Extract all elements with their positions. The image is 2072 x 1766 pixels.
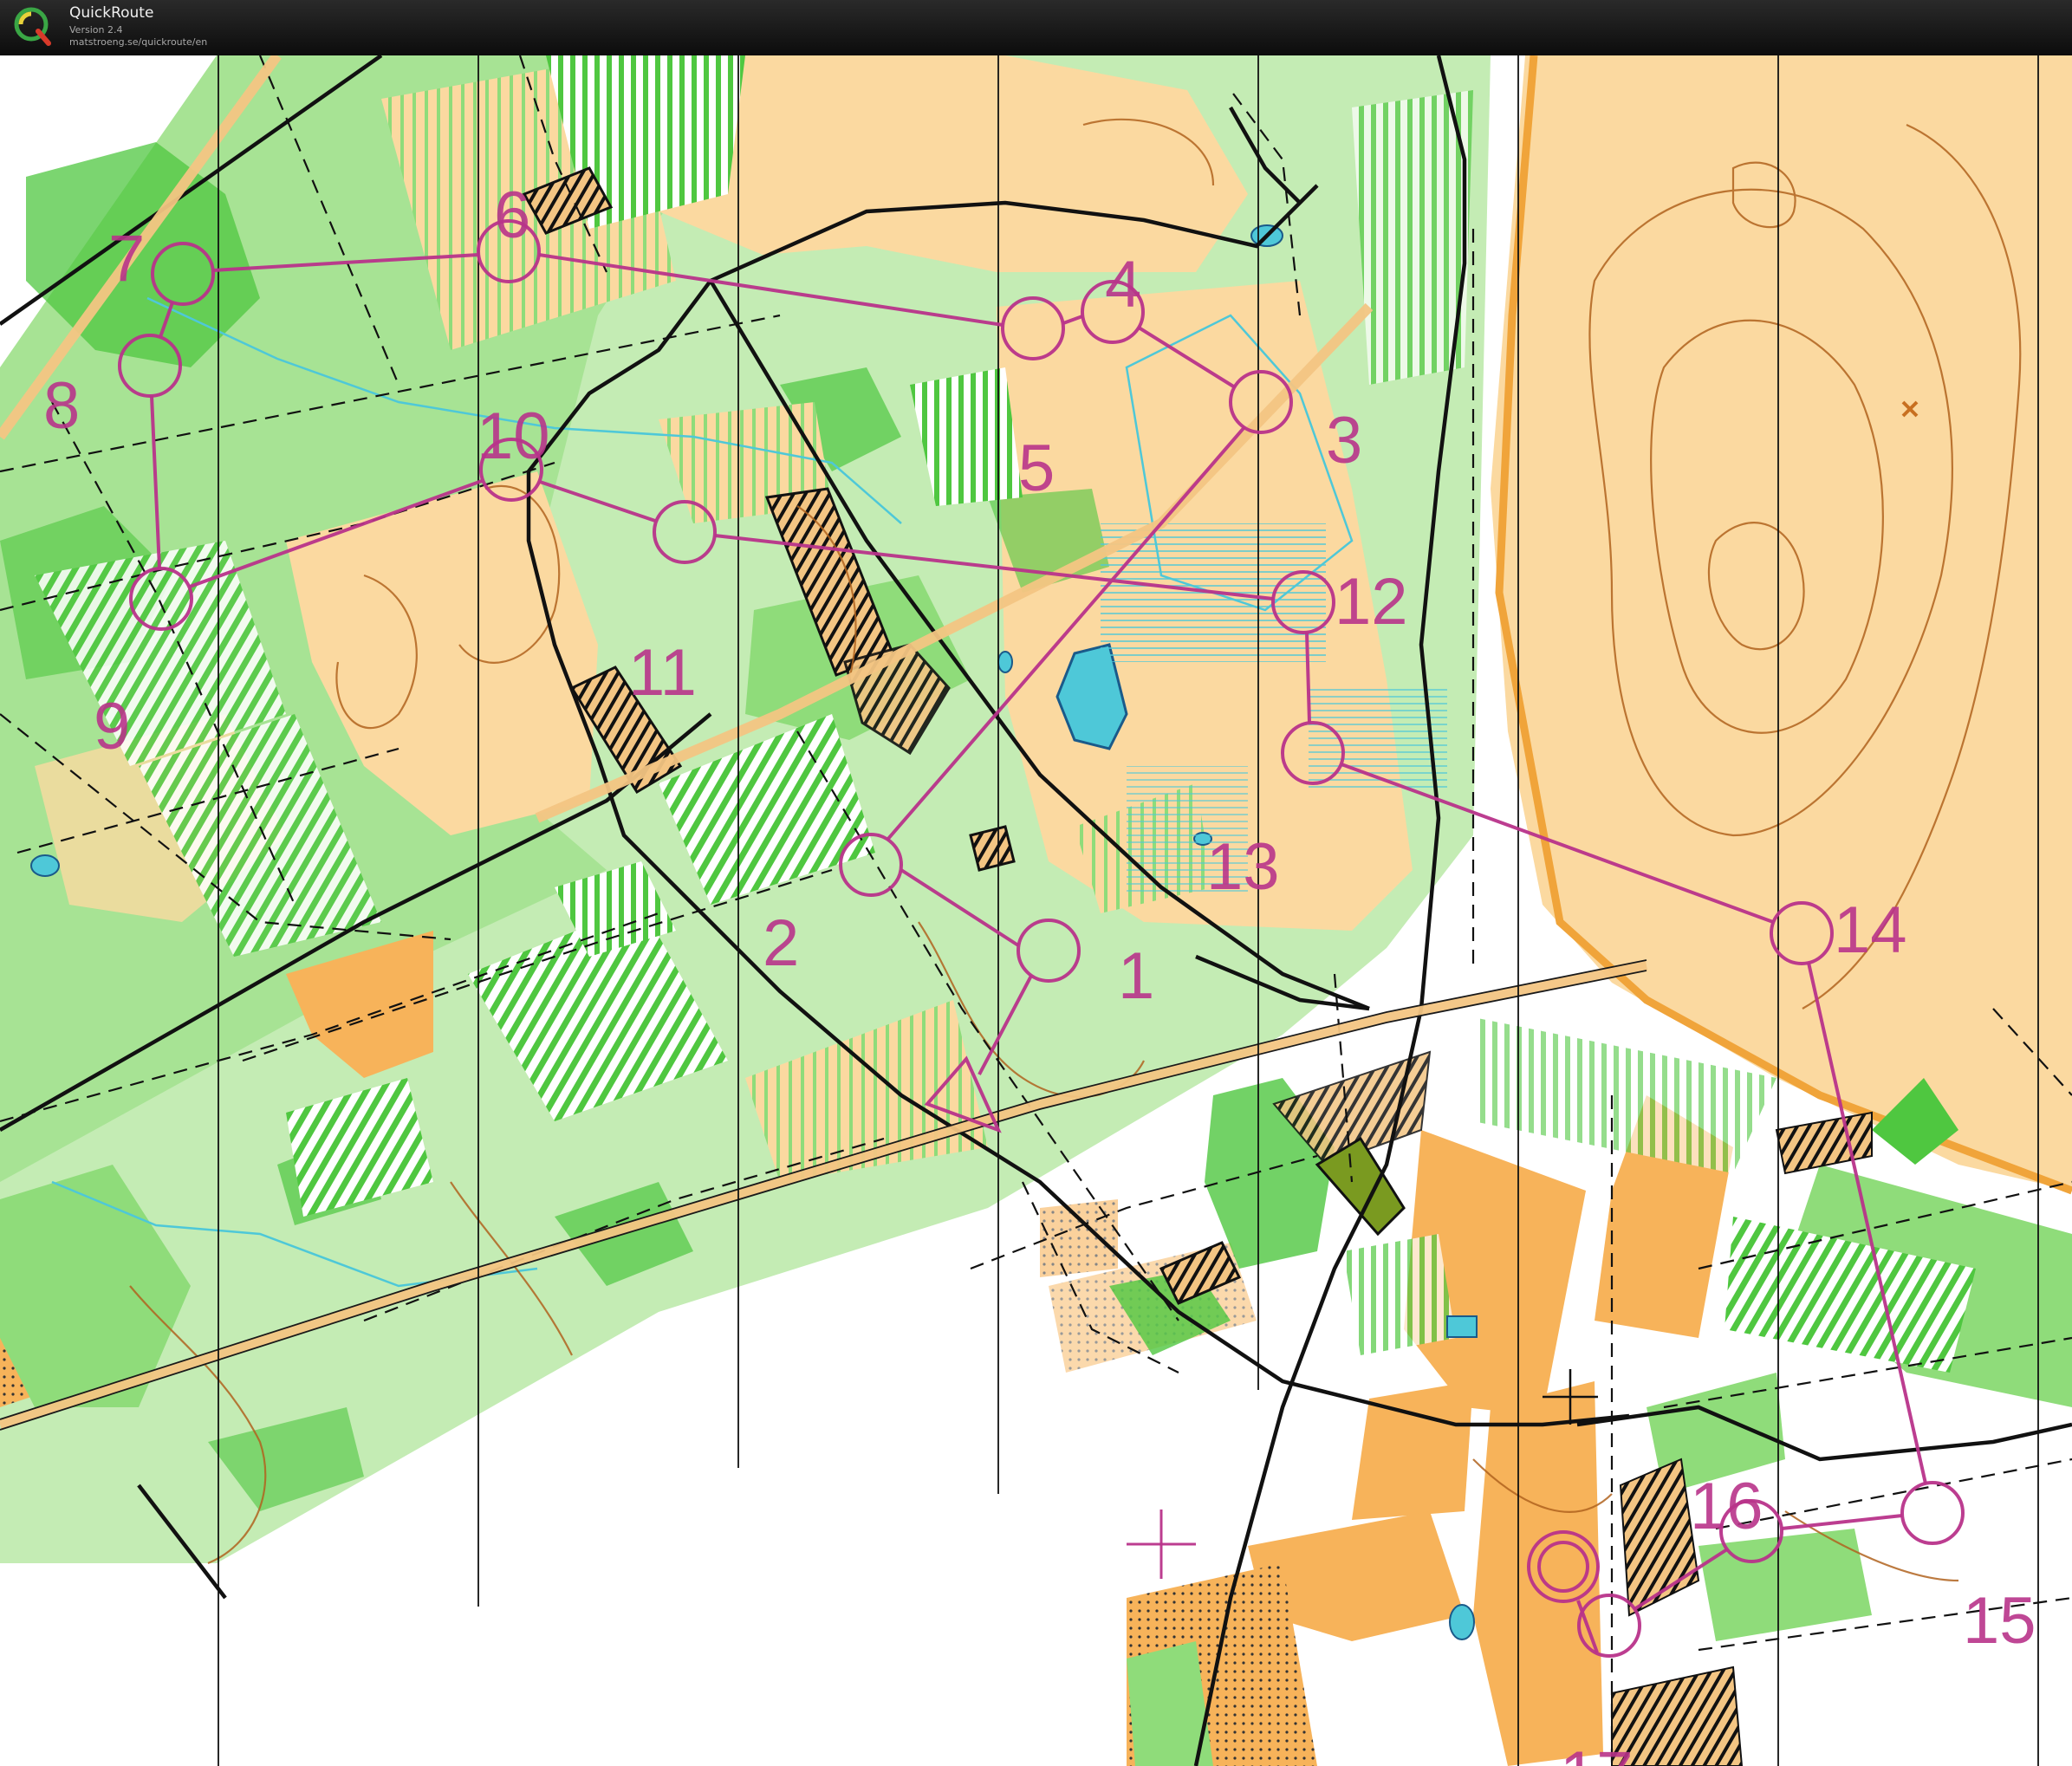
control-number-6: 6 (494, 179, 530, 252)
quickroute-logo-icon (14, 7, 51, 46)
control-number-17: 17 (1560, 1738, 1634, 1766)
app-title: QuickRoute (69, 4, 154, 22)
control-number-2: 2 (763, 906, 799, 980)
app-url: matstroeng.se/quickroute/en (69, 36, 208, 48)
control-number-7: 7 (108, 222, 145, 295)
control-number-15: 15 (1963, 1584, 2036, 1658)
control-number-3: 3 (1326, 404, 1362, 477)
map-canvas[interactable]: 1 2 3 4 5 6 7 8 9 10 11 12 13 14 15 16 1… (0, 55, 2072, 1766)
orienteering-map[interactable]: 1 2 3 4 5 6 7 8 9 10 11 12 13 14 15 16 1… (0, 55, 2072, 1766)
control-number-1: 1 (1118, 939, 1154, 1013)
control-number-12: 12 (1335, 565, 1408, 639)
control-number-16: 16 (1690, 1470, 1763, 1543)
control-number-5: 5 (1018, 432, 1055, 505)
control-number-8: 8 (43, 369, 80, 443)
control-number-10: 10 (477, 399, 550, 473)
control-number-4: 4 (1105, 248, 1141, 321)
control-number-11: 11 (628, 636, 697, 710)
control-number-13: 13 (1206, 830, 1280, 904)
title-bar: QuickRoute Version 2.4 matstroeng.se/qui… (0, 0, 2072, 56)
control-number-9: 9 (94, 690, 130, 763)
control-number-14: 14 (1834, 893, 1907, 967)
app-version: Version 2.4 (69, 24, 123, 36)
